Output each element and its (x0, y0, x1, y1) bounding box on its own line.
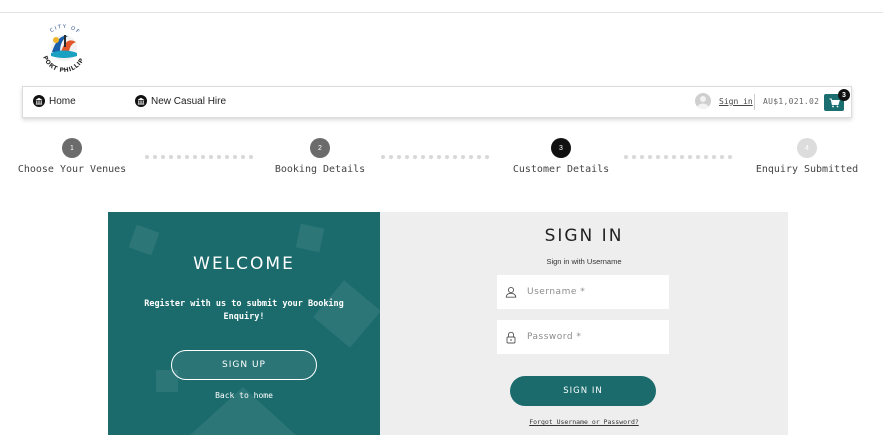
nav-divider (754, 94, 755, 110)
password-field[interactable] (497, 320, 669, 354)
step-3-label: Customer Details (512, 164, 610, 175)
top-divider (0, 12, 883, 13)
step-connector (624, 155, 732, 159)
welcome-panel: WELCOME Register with us to submit your … (108, 212, 380, 435)
bank-icon (33, 95, 45, 107)
step-connector (381, 155, 489, 159)
username-field[interactable] (497, 275, 669, 309)
step-connector (145, 155, 253, 159)
user-icon[interactable] (695, 93, 711, 109)
sign-in-panel: SIGN IN Sign in with Username SIGN IN Fo… (380, 212, 788, 435)
step-4-label: Enquiry Submitted (755, 164, 859, 175)
cart-total: AU$1,021.02 (763, 97, 820, 106)
forgot-credentials-link[interactable]: Forgot Username or Password? (380, 418, 788, 426)
lock-icon (506, 331, 516, 343)
sign-up-button[interactable]: SIGN UP (171, 350, 317, 380)
nav-home-link[interactable]: Home (33, 95, 76, 107)
sign-in-subtitle: Sign in with Username (546, 257, 622, 266)
welcome-title: WELCOME (193, 254, 295, 274)
password-input[interactable] (527, 332, 657, 342)
step-2-circle: 2 (310, 138, 330, 158)
nav-casual-hire-link[interactable]: New Casual Hire (135, 95, 226, 107)
step-2-label: Booking Details (274, 164, 366, 175)
nav-casual-hire-label: New Casual Hire (151, 95, 227, 107)
nav-sign-in-link[interactable]: Sign in (719, 97, 753, 106)
step-1-circle: 1 (62, 138, 82, 158)
svg-text:CITY OF: CITY OF (49, 24, 81, 36)
decorative-shape (128, 224, 160, 256)
cart-icon (829, 98, 840, 107)
register-message: Register with us to submit your Booking … (144, 299, 344, 322)
cart-count-badge: 3 (838, 89, 850, 101)
sign-in-title: SIGN IN (544, 226, 624, 246)
step-3-circle: 3 (551, 138, 571, 158)
back-to-home-link[interactable]: Back to home (108, 391, 380, 400)
decorative-shape (295, 223, 325, 253)
step-4-circle: 4 (797, 138, 817, 158)
step-1-label: Choose Your Venues (17, 164, 127, 175)
bank-icon (135, 95, 147, 107)
top-navbar: Home New Casual Hire Sign in AU$1,021.02… (22, 86, 852, 118)
city-of-port-phillip-logo[interactable]: CITY OF PORT PHILLIP (34, 18, 94, 78)
person-icon (505, 286, 517, 298)
username-input[interactable] (527, 287, 657, 297)
sign-in-button[interactable]: SIGN IN (510, 376, 656, 406)
nav-home-label: Home (49, 95, 76, 107)
